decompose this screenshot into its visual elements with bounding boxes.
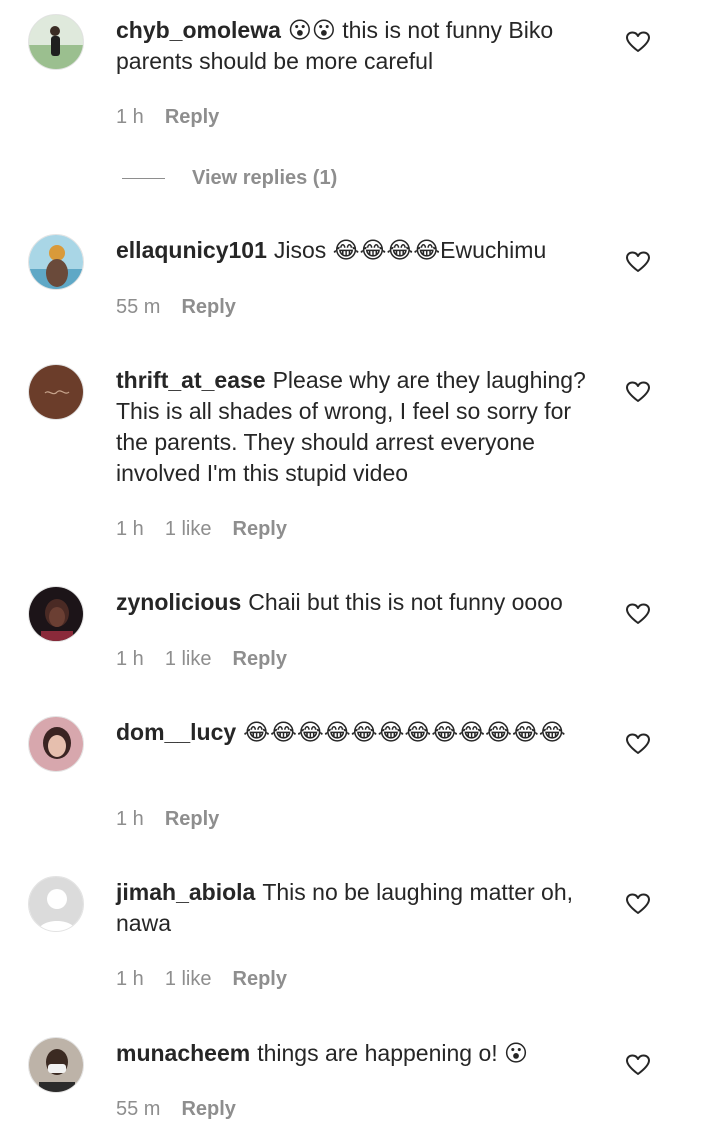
comment-username[interactable]: munacheem <box>116 1040 250 1066</box>
reply-button[interactable]: Reply <box>181 296 235 318</box>
comment-time: 55 m <box>116 1098 161 1120</box>
reply-button[interactable]: Reply <box>233 968 287 990</box>
like-count[interactable]: 1 like <box>165 968 212 990</box>
comment-text: 😂😂😂😂😂😂😂😂😂😂😂😂 <box>243 719 566 745</box>
comment-meta: 1 h 1 like Reply <box>116 968 308 991</box>
avatar[interactable] <box>28 14 84 70</box>
comment-text: Chaii but this is not funny oooo <box>248 589 563 615</box>
avatar[interactable] <box>28 716 84 772</box>
comment-text: Jisos 😂😂😂😂Ewuchimu <box>273 237 547 263</box>
heart-outline-icon[interactable] <box>626 733 650 755</box>
reply-button[interactable]: Reply <box>233 648 287 670</box>
comment-username[interactable]: jimah_abiola <box>116 879 255 905</box>
heart-outline-icon[interactable] <box>626 603 650 625</box>
comment-meta: 1 h Reply <box>116 808 240 831</box>
comment-time: 1 h <box>116 808 144 830</box>
comment-time: 55 m <box>116 296 161 318</box>
default-avatar-icon[interactable] <box>28 876 84 932</box>
reply-button[interactable]: Reply <box>233 518 287 540</box>
view-replies-label: View replies (1) <box>192 167 338 189</box>
reply-button[interactable]: Reply <box>165 808 219 830</box>
comment-meta: 55 m Reply <box>116 1098 257 1121</box>
avatar[interactable] <box>28 586 84 642</box>
view-replies-button[interactable]: View replies (1) <box>122 167 422 191</box>
heart-outline-icon[interactable] <box>626 251 650 273</box>
reply-button[interactable]: Reply <box>165 106 219 128</box>
avatar[interactable] <box>28 364 84 420</box>
like-count[interactable]: 1 like <box>165 518 212 540</box>
avatar[interactable] <box>28 234 84 290</box>
comment-meta: 1 h 1 like Reply <box>116 648 308 671</box>
comment-username[interactable]: dom__lucy <box>116 719 236 745</box>
comment-username[interactable]: ellaqunicy101 <box>116 237 267 263</box>
replies-divider <box>122 178 165 179</box>
comment-username[interactable]: thrift_at_ease <box>116 367 266 393</box>
comment-time: 1 h <box>116 968 144 990</box>
comment-username[interactable]: zynolicious <box>116 589 241 615</box>
reply-button[interactable]: Reply <box>181 1098 235 1120</box>
comment-meta: 55 m Reply <box>116 296 257 319</box>
comment-username[interactable]: chyb_omolewa <box>116 17 281 43</box>
heart-outline-icon[interactable] <box>626 381 650 403</box>
like-count[interactable]: 1 like <box>165 648 212 670</box>
avatar[interactable] <box>28 1037 84 1093</box>
comment-time: 1 h <box>116 106 144 128</box>
heart-outline-icon[interactable] <box>626 893 650 915</box>
heart-outline-icon[interactable] <box>626 1054 650 1076</box>
comment-text: things are happening o! 😮 <box>257 1040 528 1066</box>
comment-meta: 1 h 1 like Reply <box>116 518 308 541</box>
comment-time: 1 h <box>116 518 144 540</box>
comment-meta: 1 h Reply <box>116 106 240 129</box>
heart-outline-icon[interactable] <box>626 31 650 53</box>
comment-time: 1 h <box>116 648 144 670</box>
